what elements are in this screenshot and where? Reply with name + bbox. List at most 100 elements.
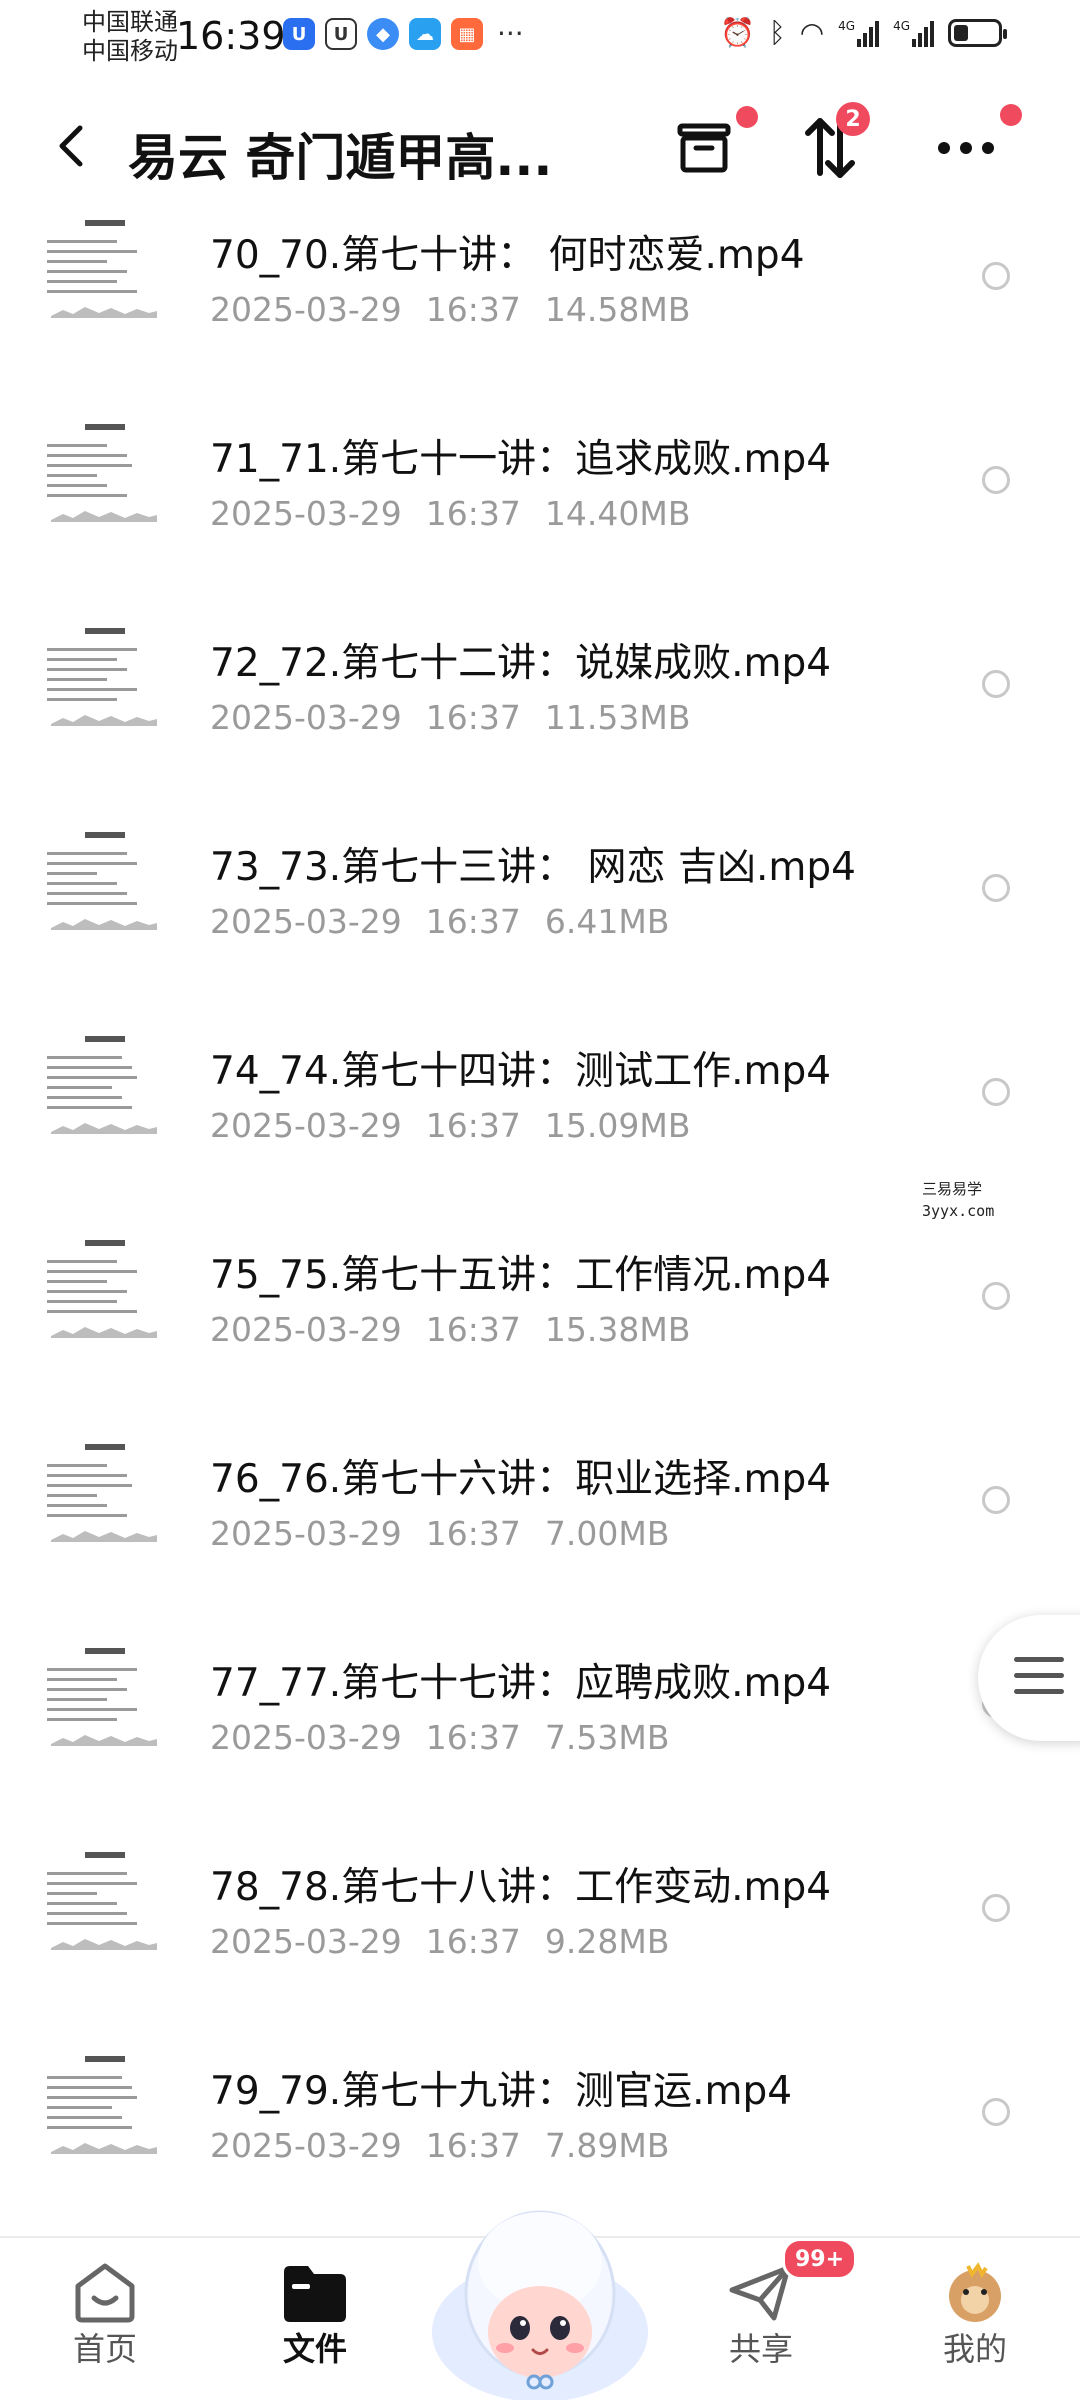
carrier-1: 中国联通 (82, 8, 178, 36)
file-size: 14.58MB (544, 290, 691, 329)
document-thumbnail (45, 828, 163, 948)
file-date: 2025-03-29 (210, 290, 402, 329)
file-row[interactable]: 70_70.第七十讲： 何时恋爱.mp4 2025-03-29 16:37 14.58… (0, 210, 1080, 414)
watermark-line-2: 3yyx.com (922, 1202, 995, 1220)
file-time: 16:37 (425, 290, 521, 329)
file-size: 15.38MB (544, 1310, 691, 1349)
recycle-box-button[interactable] (664, 106, 758, 188)
select-checkbox[interactable] (982, 670, 1010, 698)
top-bar: 易云 奇门遁甲高... 2 (0, 80, 1080, 210)
nav-home[interactable]: 首页 (30, 2238, 180, 2402)
select-checkbox[interactable] (982, 1282, 1010, 1310)
file-meta: 2025-03-29 16:37 7.89MB (210, 2126, 669, 2165)
file-time: 16:37 (425, 2126, 521, 2165)
profile-avatar-icon (949, 2262, 1001, 2322)
select-checkbox[interactable] (982, 1894, 1010, 1922)
file-time: 16:37 (425, 1718, 521, 1757)
signal-1-icon: 4G (838, 18, 880, 47)
select-checkbox[interactable] (982, 466, 1010, 494)
system-status-icons: ⏰ ᛒ ◠ 4G 4G (720, 16, 1007, 49)
select-checkbox[interactable] (982, 874, 1010, 902)
file-row[interactable]: 72_72.第七十二讲：说媒成败.mp4 2025-03-29 16:37 11.53… (0, 618, 1080, 822)
select-checkbox[interactable] (982, 1486, 1010, 1514)
select-checkbox[interactable] (982, 262, 1010, 290)
nav-mine[interactable]: 我的 (900, 2238, 1050, 2402)
home-icon (75, 2263, 135, 2323)
file-date: 2025-03-29 (210, 1718, 402, 1757)
folder-icon (284, 2266, 346, 2322)
file-name: 75_75.第七十五讲：工作情况.mp4 (210, 1253, 832, 1298)
carrier-2: 中国移动 (82, 37, 178, 65)
file-name: 74_74.第七十四讲：测试工作.mp4 (210, 1049, 832, 1094)
status-bar: 中国联通 中国移动 16:39 U U ◆ ☁ ▦ ··· ⏰ ᛒ ◠ 4G 4… (0, 0, 1080, 70)
signal-2-label: 4G (893, 18, 910, 33)
file-row[interactable]: 77_77.第七十七讲：应聘成败.mp4 2025-03-29 16:37 7.53M… (0, 1638, 1080, 1842)
nav-files[interactable]: 文件 (240, 2238, 390, 2402)
select-checkbox[interactable] (982, 1078, 1010, 1106)
file-size: 15.09MB (544, 1106, 691, 1145)
file-name: 79_79.第七十九讲：测官运.mp4 (210, 2069, 793, 2114)
new-indicator-dot (736, 106, 758, 128)
document-thumbnail (45, 1032, 163, 1152)
document-thumbnail (45, 1236, 163, 1356)
document-thumbnail (45, 2052, 163, 2172)
file-row[interactable]: 71_71.第七十一讲：追求成败.mp4 2025-03-29 16:37 14.40… (0, 414, 1080, 618)
nav-files-label: 文件 (282, 2330, 347, 2368)
select-checkbox[interactable] (982, 2098, 1010, 2126)
share-count-badge: 99+ (782, 2238, 858, 2280)
document-thumbnail (45, 1440, 163, 1560)
file-row[interactable]: 73_73.第七十三讲： 网恋 吉凶.mp4 2025-03-29 16:37 6.4… (0, 822, 1080, 1026)
new-indicator-dot (1000, 104, 1022, 126)
file-size: 11.53MB (544, 698, 691, 737)
file-date: 2025-03-29 (210, 902, 402, 941)
file-meta: 2025-03-29 16:37 7.53MB (210, 1718, 669, 1757)
transfer-count-badge: 2 (836, 102, 870, 136)
document-thumbnail (45, 624, 163, 744)
file-row[interactable]: 74_74.第七十四讲：测试工作.mp4 2025-03-29 16:37 15.09… (0, 1026, 1080, 1230)
file-size: 14.40MB (544, 494, 691, 533)
file-date: 2025-03-29 (210, 2126, 402, 2165)
battery-icon (948, 18, 1007, 47)
file-meta: 2025-03-29 16:37 15.38MB (210, 1310, 690, 1349)
transfer-list-button[interactable]: 2 (790, 102, 870, 188)
status-clock: 16:39 (176, 14, 286, 58)
file-name: 77_77.第七十七讲：应聘成败.mp4 (210, 1661, 832, 1706)
file-meta: 2025-03-29 16:37 7.00MB (210, 1514, 669, 1553)
more-notifications-icon: ··· (497, 17, 524, 50)
watermark: 三易易学 3yyx.com (922, 1178, 994, 1222)
bluetooth-icon: ᛒ (768, 16, 786, 49)
document-thumbnail (45, 1848, 163, 1968)
app-notification-icon: ▦ (451, 18, 483, 50)
signal-2-icon: 4G (893, 19, 934, 47)
file-name: 78_78.第七十八讲：工作变动.mp4 (210, 1865, 832, 1910)
notification-icons: U U ◆ ☁ ▦ ··· (283, 18, 524, 50)
file-time: 16:37 (425, 1310, 521, 1349)
nav-home-label: 首页 (72, 2330, 137, 2368)
file-meta: 2025-03-29 16:37 14.40MB (210, 494, 690, 533)
alarm-icon: ⏰ (720, 16, 755, 49)
more-dots-icon (938, 142, 994, 154)
file-row[interactable]: 76_76.第七十六讲：职业选择.mp4 2025-03-29 16:37 7.00M… (0, 1434, 1080, 1638)
file-row[interactable]: 75_75.第七十五讲：工作情况.mp4 2025-03-29 16:37 15.38… (0, 1230, 1080, 1434)
file-size: 7.53MB (544, 1718, 670, 1757)
folder-title: 易云 奇门遁甲高... (128, 129, 553, 187)
file-name: 70_70.第七十讲： 何时恋爱.mp4 (210, 233, 805, 278)
archive-box-icon (677, 123, 731, 173)
file-row[interactable]: 78_78.第七十八讲：工作变动.mp4 2025-03-29 16:37 9.28M… (0, 1842, 1080, 2046)
nav-mine-label: 我的 (942, 2330, 1007, 2368)
file-meta: 2025-03-29 16:37 9.28MB (210, 1922, 669, 1961)
browser-notification-icon: ◆ (367, 18, 399, 50)
signal-1-label: 4G (838, 18, 856, 33)
file-size: 6.41MB (544, 902, 670, 941)
ai-assistant-button[interactable] (425, 2182, 655, 2400)
file-date: 2025-03-29 (210, 494, 402, 533)
app-notification-icon: U (325, 18, 357, 50)
file-time: 16:37 (425, 494, 521, 533)
file-name: 72_72.第七十二讲：说媒成败.mp4 (210, 641, 832, 686)
back-button[interactable] (52, 116, 88, 176)
more-options-button[interactable] (926, 104, 1022, 188)
menu-icon (1014, 1657, 1064, 1705)
wifi-icon: ◠ (799, 16, 825, 49)
app-notification-icon: U (283, 18, 315, 50)
file-meta: 2025-03-29 16:37 14.58MB (210, 290, 690, 329)
